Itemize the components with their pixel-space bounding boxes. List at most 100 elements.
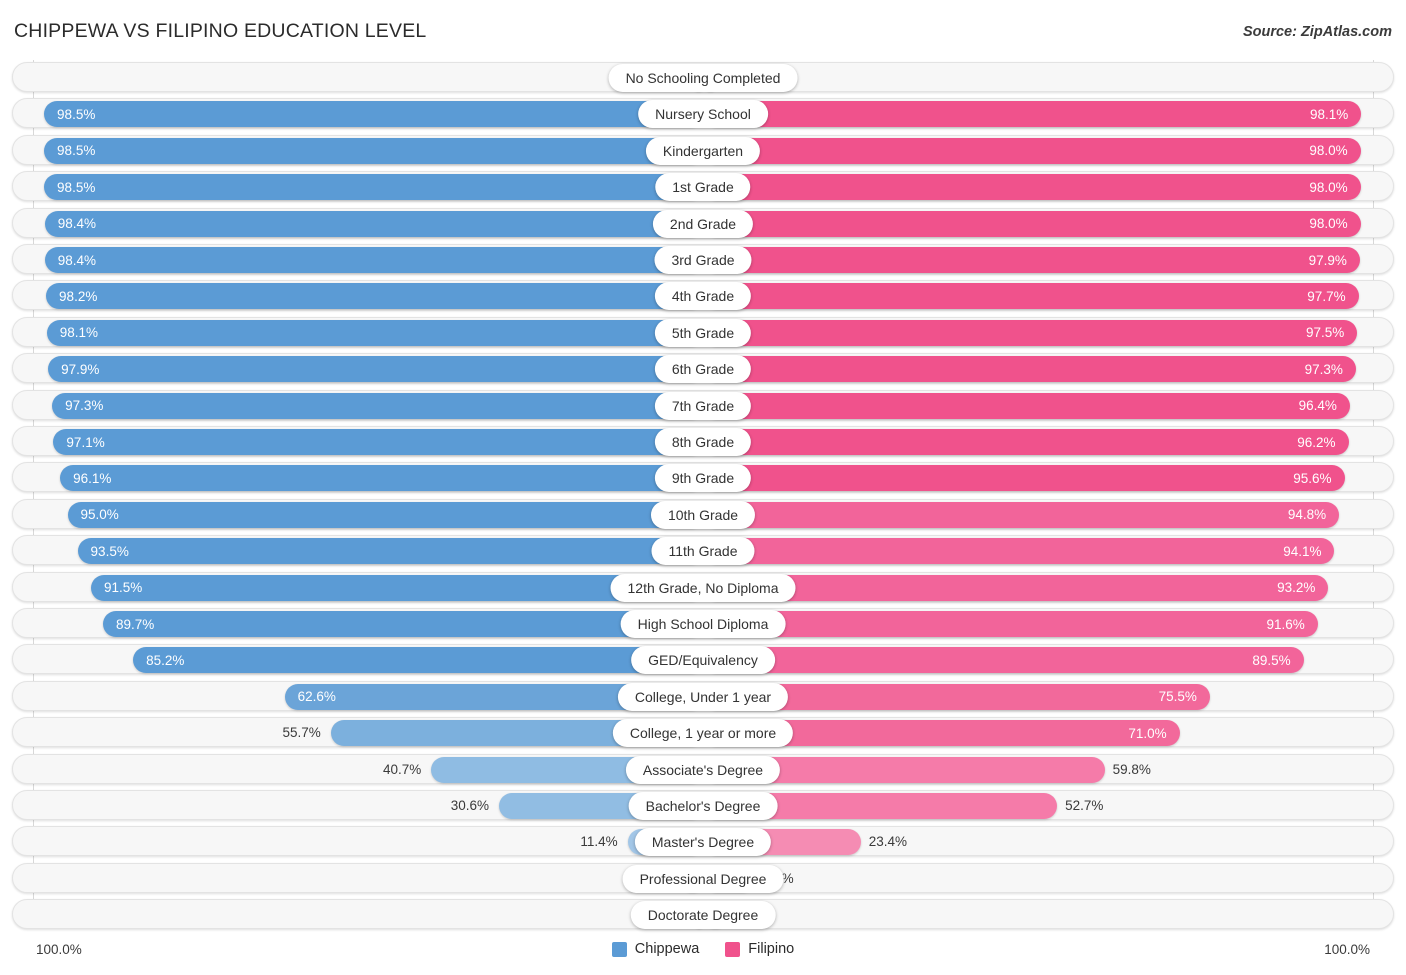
bar-value-filipino: 52.7% [1065, 798, 1104, 813]
bar-chippewa[interactable]: 98.5% [44, 101, 704, 128]
bar-value-filipino: 91.6% [1266, 616, 1305, 632]
category-label[interactable]: 5th Grade [654, 318, 752, 347]
table-row[interactable]: 40.7% 59.8% Associate's Degree [12, 753, 1394, 784]
category-label[interactable]: 4th Grade [654, 282, 752, 311]
row-inner: 98.5% 98.0% Kindergarten [13, 136, 1393, 165]
bar-chippewa[interactable]: 89.7% [103, 611, 704, 637]
bar-chippewa[interactable]: 93.5% [77, 538, 704, 565]
bar-chippewa[interactable]: 85.2% [133, 647, 704, 674]
row-inner: 11.4% 23.4% Master's Degree [13, 827, 1393, 857]
bar-value-filipino: 94.1% [1283, 543, 1322, 559]
bar-value-chippewa: 55.7% [282, 725, 321, 741]
table-row[interactable]: 93.5% 94.1% 11th Grade [12, 535, 1394, 566]
category-label[interactable]: College, 1 year or more [612, 719, 794, 748]
bar-filipino[interactable]: 97.9% [704, 247, 1360, 273]
bar-filipino[interactable]: 95.6% [704, 465, 1345, 492]
category-label[interactable]: Doctorate Degree [630, 901, 776, 930]
bar-value-chippewa: 95.0% [80, 507, 119, 523]
category-label[interactable]: College, Under 1 year [617, 682, 789, 711]
category-label[interactable]: 6th Grade [654, 355, 752, 384]
bar-chippewa[interactable]: 96.1% [60, 465, 704, 492]
bar-filipino[interactable]: 97.5% [704, 319, 1358, 346]
category-label[interactable]: 8th Grade [654, 428, 752, 456]
table-row[interactable]: 98.2% 97.7% 4th Grade [12, 280, 1394, 311]
category-label[interactable]: 9th Grade [654, 464, 752, 493]
table-row[interactable]: 1.6%2.0%No Schooling Completed [12, 62, 1394, 92]
bar-chippewa[interactable]: 98.5% [44, 174, 704, 201]
table-row[interactable]: 96.1% 95.6% 9th Grade [12, 462, 1394, 493]
bar-filipino[interactable]: 94.8% [704, 501, 1340, 528]
table-row[interactable]: 98.5% 98.0% 1st Grade [12, 171, 1394, 202]
bar-chippewa[interactable]: 98.2% [46, 283, 704, 310]
bar-chippewa[interactable]: 98.4% [44, 210, 704, 237]
category-label[interactable]: Kindergarten [645, 136, 761, 165]
category-label[interactable]: No Schooling Completed [608, 64, 798, 92]
bar-value-chippewa: 62.6% [297, 689, 336, 705]
table-row[interactable]: 1.5%3.4%Doctorate Degree [12, 899, 1394, 930]
bar-filipino[interactable]: 93.2% [704, 574, 1329, 601]
table-row[interactable]: 89.7% 91.6% High School Diploma [12, 608, 1394, 638]
table-row[interactable]: 98.4% 98.0% 2nd Grade [12, 207, 1394, 238]
table-row[interactable]: 98.5% 98.0% Kindergarten [12, 134, 1394, 165]
table-row[interactable]: 97.3% 96.4% 7th Grade [12, 389, 1394, 420]
bar-filipino[interactable]: 97.7% [704, 283, 1359, 310]
category-label[interactable]: 11th Grade [651, 537, 755, 566]
bar-chippewa[interactable]: 98.1% [46, 319, 704, 346]
table-row[interactable]: 11.4% 23.4% Master's Degree [12, 826, 1394, 857]
category-label[interactable]: 2nd Grade [652, 209, 754, 238]
category-label[interactable]: Bachelor's Degree [628, 792, 778, 820]
category-label[interactable]: 3rd Grade [654, 246, 752, 274]
table-row[interactable]: 98.1% 97.5% 5th Grade [12, 316, 1394, 347]
table-row[interactable]: 62.6% 75.5% College, Under 1 year [12, 680, 1394, 711]
category-label[interactable]: Professional Degree [622, 864, 784, 893]
bar-chippewa[interactable]: 98.5% [44, 137, 704, 164]
legend-label-chippewa: Chippewa [634, 941, 700, 957]
table-row[interactable]: 97.1% 96.2% 8th Grade [12, 426, 1394, 456]
bar-filipino[interactable]: 98.0% [704, 210, 1361, 237]
table-row[interactable]: 98.5% 98.1% Nursery School [12, 98, 1394, 129]
category-label[interactable]: GED/Equivalency [631, 646, 775, 675]
category-label[interactable]: High School Diploma [620, 610, 786, 638]
row-inner: 85.2% 89.5% GED/Equivalency [13, 645, 1393, 675]
bar-filipino[interactable]: 97.3% [704, 356, 1356, 383]
row-inner: 98.4% 98.0% 2nd Grade [13, 209, 1393, 238]
category-label[interactable]: 7th Grade [654, 391, 752, 420]
category-label[interactable]: Nursery School [638, 100, 768, 129]
table-row[interactable]: 55.7% 71.0% College, 1 year or more [12, 717, 1394, 748]
category-label[interactable]: Associate's Degree [625, 755, 781, 784]
row-inner: 98.4% 97.9% 3rd Grade [13, 245, 1393, 274]
table-row[interactable]: 97.9% 97.3% 6th Grade [12, 353, 1394, 384]
bar-chippewa[interactable]: 95.0% [67, 501, 704, 528]
category-label[interactable]: Master's Degree [634, 828, 772, 857]
table-row[interactable]: 91.5% 93.2% 12th Grade, No Diploma [12, 571, 1394, 602]
bar-value-chippewa: 11.4% [580, 834, 618, 850]
bar-filipino[interactable]: 98.0% [704, 137, 1361, 164]
category-label[interactable]: 10th Grade [650, 500, 756, 529]
category-label[interactable]: 12th Grade, No Diploma [610, 573, 796, 602]
table-row[interactable]: 3.5%7.6%Professional Degree [12, 862, 1394, 893]
table-row[interactable]: 98.4% 97.9% 3rd Grade [12, 244, 1394, 274]
bar-filipino[interactable]: 98.0% [704, 174, 1361, 201]
bar-filipino[interactable]: 94.1% [704, 538, 1335, 565]
bar-chippewa[interactable]: 97.1% [53, 429, 704, 455]
bar-filipino[interactable]: 89.5% [704, 647, 1304, 674]
table-row[interactable]: 85.2% 89.5% GED/Equivalency [12, 644, 1394, 675]
bar-value-filipino: 75.5% [1158, 689, 1197, 705]
bar-value-chippewa: 98.5% [57, 143, 96, 159]
bar-filipino[interactable]: 96.4% [704, 392, 1350, 419]
legend-item-chippewa[interactable]: Chippewa [611, 941, 700, 957]
bar-chippewa[interactable]: 98.4% [44, 247, 704, 273]
bar-value-chippewa: 97.3% [65, 398, 104, 414]
bar-filipino[interactable]: 98.1% [704, 101, 1362, 128]
table-row[interactable]: 95.0% 94.8% 10th Grade [12, 498, 1394, 529]
category-label[interactable]: 1st Grade [655, 173, 751, 202]
legend-item-filipino[interactable]: Filipino [725, 941, 794, 957]
bar-value-chippewa: 97.1% [66, 434, 105, 450]
table-row[interactable]: 30.6% 52.7% Bachelor's Degree [12, 790, 1394, 820]
bar-chippewa[interactable]: 97.9% [48, 356, 704, 383]
bar-filipino[interactable]: 96.2% [704, 429, 1349, 455]
bar-filipino[interactable]: 91.6% [704, 611, 1318, 637]
bar-value-chippewa: 93.5% [90, 543, 129, 559]
bar-chippewa[interactable]: 97.3% [52, 392, 704, 419]
bar-value-filipino: 97.3% [1304, 361, 1343, 377]
